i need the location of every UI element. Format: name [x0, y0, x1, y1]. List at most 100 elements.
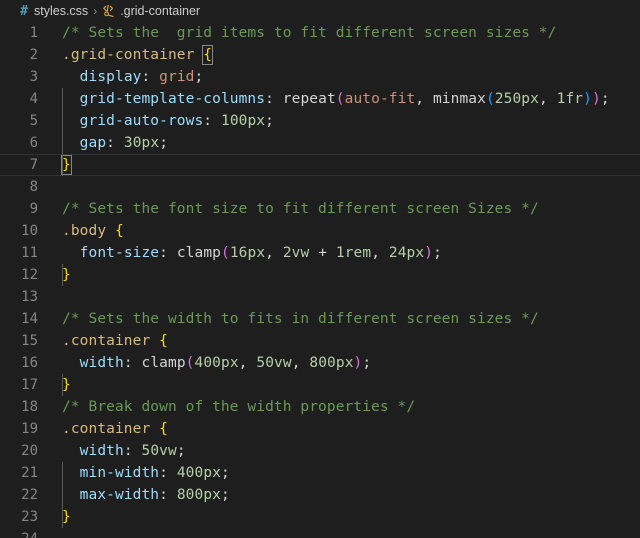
token-colon: :: [106, 135, 116, 151]
token-number: 400px: [176, 465, 221, 481]
line-number: 2: [29, 47, 38, 63]
line-number: 7: [29, 157, 38, 173]
token-semicolon: ;: [220, 465, 230, 481]
token-selector: .container: [62, 421, 151, 437]
code-line[interactable]: 12 }: [0, 264, 640, 286]
token-semicolon: ;: [362, 355, 372, 371]
line-number: 24: [0, 528, 38, 538]
token-paren-open: (: [185, 355, 195, 371]
code-content[interactable]: /* Break down of the width properties */: [38, 396, 640, 418]
code-line[interactable]: 24: [0, 528, 640, 538]
code-line-active[interactable]: 7 }: [0, 154, 640, 176]
token-number: 2vw: [282, 245, 310, 261]
token-colon: :: [203, 113, 213, 129]
breadcrumb-separator-icon: ›: [93, 4, 98, 18]
code-content[interactable]: }: [38, 154, 640, 176]
token-comma: ,: [415, 91, 425, 107]
code-editor[interactable]: 1 /* Sets the grid items to fit differen…: [0, 22, 640, 538]
token-property: width: [79, 355, 124, 371]
line-number: 21: [21, 465, 38, 481]
token-property: grid-auto-rows: [79, 113, 204, 129]
code-line[interactable]: 1 /* Sets the grid items to fit differen…: [0, 22, 640, 44]
token-property: display: [79, 69, 142, 85]
code-content[interactable]: .container {: [38, 418, 640, 440]
code-content[interactable]: .body {: [38, 220, 640, 242]
code-line[interactable]: 20 width: 50vw;: [0, 440, 640, 462]
code-line[interactable]: 9 /* Sets the font size to fit different…: [0, 198, 640, 220]
code-line[interactable]: 8: [0, 176, 640, 198]
code-line[interactable]: 15 .container {: [0, 330, 640, 352]
code-content[interactable]: grid-auto-rows: 100px;: [38, 110, 640, 132]
code-line[interactable]: 10 .body {: [0, 220, 640, 242]
token-function: clamp: [176, 245, 221, 261]
code-content[interactable]: width: 50vw;: [38, 440, 640, 462]
token-brace-open: {: [159, 333, 168, 349]
code-content[interactable]: /* Sets the width to fits in different s…: [38, 308, 640, 330]
code-line[interactable]: 4 grid-template-columns: repeat(auto-fit…: [0, 88, 640, 110]
token-selector: .grid-container: [62, 47, 195, 63]
line-number: 6: [29, 135, 38, 151]
code-line[interactable]: 3 display: grid;: [0, 66, 640, 88]
css-selector-icon: [102, 4, 116, 18]
token-value: grid: [159, 69, 195, 85]
code-content[interactable]: }: [38, 264, 640, 286]
token-paren-open: (: [335, 91, 345, 107]
token-comment: /* Sets the font size to fit different s…: [62, 201, 539, 217]
token-number: 800px: [309, 355, 354, 371]
code-content[interactable]: }: [38, 374, 640, 396]
code-line[interactable]: 17 }: [0, 374, 640, 396]
code-content[interactable]: font-size: clamp(16px, 2vw + 1rem, 24px)…: [38, 242, 640, 264]
token-property: font-size: [79, 245, 160, 261]
line-number: 12: [21, 267, 38, 283]
code-content[interactable]: max-width: 800px;: [38, 484, 640, 506]
breadcrumb-item-symbol[interactable]: .grid-container: [102, 4, 200, 18]
token-semicolon: ;: [433, 245, 442, 261]
token-semicolon: ;: [600, 91, 610, 107]
code-line[interactable]: 14 /* Sets the width to fits in differen…: [0, 308, 640, 330]
token-brace-open: {: [159, 421, 168, 437]
token-number: 24px: [388, 245, 425, 261]
token-function: clamp: [141, 355, 186, 371]
token-semicolon: ;: [176, 443, 186, 459]
token-operator: +: [318, 245, 328, 261]
token-number: 50vw: [141, 443, 177, 459]
token-brace-open: {: [115, 223, 124, 239]
token-selector: .container: [62, 333, 151, 349]
code-content[interactable]: gap: 30px;: [38, 132, 640, 154]
code-line[interactable]: 21 min-width: 400px;: [0, 462, 640, 484]
breadcrumb-symbol-label: .grid-container: [120, 4, 201, 18]
code-line[interactable]: 22 max-width: 800px;: [0, 484, 640, 506]
breadcrumb-item-file[interactable]: # styles.css: [18, 4, 88, 18]
line-number: 23: [21, 509, 38, 525]
code-content[interactable]: /* Sets the grid items to fit different …: [38, 22, 640, 44]
code-line[interactable]: 2 .grid-container {: [0, 44, 640, 66]
token-brace-open: {: [202, 45, 214, 65]
code-line[interactable]: 19 .container {: [0, 418, 640, 440]
token-brace-close: }: [62, 267, 71, 283]
code-content[interactable]: .grid-container {: [38, 44, 640, 66]
code-content[interactable]: grid-template-columns: repeat(auto-fit, …: [38, 88, 640, 110]
code-line[interactable]: 18 /* Break down of the width properties…: [0, 396, 640, 418]
code-content[interactable]: min-width: 400px;: [38, 462, 640, 484]
code-content[interactable]: display: grid;: [38, 66, 640, 88]
token-property: min-width: [79, 465, 160, 481]
code-content[interactable]: width: clamp(400px, 50vw, 800px);: [38, 352, 640, 374]
code-line[interactable]: 6 gap: 30px;: [0, 132, 640, 154]
line-number: 20: [21, 443, 38, 459]
code-line[interactable]: 13: [0, 286, 640, 308]
token-number: 30px: [123, 135, 160, 151]
code-content[interactable]: /* Sets the font size to fit different s…: [38, 198, 640, 220]
code-line[interactable]: 23 }: [0, 506, 640, 528]
token-property: max-width: [79, 487, 160, 503]
code-content[interactable]: .container {: [38, 330, 640, 352]
code-content[interactable]: }: [38, 506, 640, 528]
code-line[interactable]: 5 grid-auto-rows: 100px;: [0, 110, 640, 132]
token-comment: /* Sets the width to fits in different s…: [62, 311, 539, 327]
token-semicolon: ;: [194, 69, 204, 85]
indent-guide: [62, 264, 63, 286]
code-line[interactable]: 16 width: clamp(400px, 50vw, 800px);: [0, 352, 640, 374]
token-property: grid-template-columns: [79, 91, 266, 107]
token-colon: :: [123, 443, 133, 459]
code-line[interactable]: 11 font-size: clamp(16px, 2vw + 1rem, 24…: [0, 242, 640, 264]
token-property: width: [79, 443, 124, 459]
